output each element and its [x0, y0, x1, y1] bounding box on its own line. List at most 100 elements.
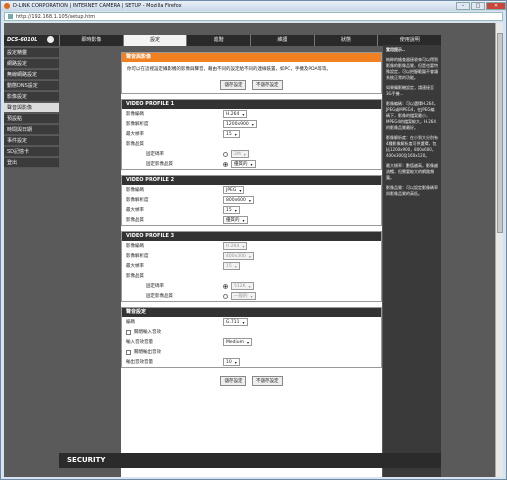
maximize-button[interactable]: □ — [471, 2, 485, 10]
page-icon — [8, 14, 13, 19]
p2-codec-label: 影像編碼 — [126, 188, 144, 193]
audio-in-mute-checkbox[interactable] — [126, 329, 131, 335]
p3-quality-label: 影像品質 — [126, 274, 144, 279]
p3-codec-label: 影像編碼 — [126, 244, 144, 249]
hints-title: 實用提示.. — [386, 47, 406, 52]
p2-quality-select[interactable]: 優質的 — [223, 216, 248, 224]
main-content: 聲音與影像 你可以在這裡設定攝影機的影像與聲音，藉由不同的設定給不同的連線裝置，… — [121, 52, 382, 477]
p3-res-label: 影像解析度 — [126, 254, 149, 259]
tab-maintenance[interactable]: 維護 — [250, 35, 314, 46]
minimize-button[interactable]: – — [456, 2, 470, 10]
profile1-title: VIDEO PROFILE 1 — [122, 100, 381, 109]
save-button[interactable]: 儲存設定 — [220, 80, 247, 90]
nosave-button[interactable]: 不儲存設定 — [252, 80, 283, 90]
audio-section: 聲音設定 編碼G.711 關閉輸入音效 輸入音效音量Medium 關閉輸出音效 … — [121, 307, 382, 368]
nav-image[interactable]: 影像設定 — [4, 92, 59, 102]
close-button[interactable]: ✕ — [486, 2, 506, 10]
audio-codec-label: 編碼 — [126, 320, 135, 325]
address-bar[interactable]: http://192.168.1.105/setup.htm — [4, 12, 503, 21]
p2-res-label: 影像解析度 — [126, 198, 149, 203]
tab-live-video[interactable]: 即時影像 — [59, 35, 123, 46]
audio-codec-select[interactable]: G.711 — [223, 318, 248, 326]
p3-fps-select[interactable]: 15 — [223, 262, 240, 270]
p2-res-select[interactable]: 800x600 — [223, 196, 254, 204]
page-viewport: DCS-6010L 即時影像 設定 進階 維護 狀態 使用說明 設定精靈 網路設… — [4, 23, 503, 477]
p1-fps-select[interactable]: 15 — [223, 130, 240, 138]
tab-status[interactable]: 狀態 — [313, 35, 378, 46]
window-title: D-LINK CORPORATION | INTERNET CAMERA | S… — [13, 3, 182, 9]
nav-event[interactable]: 事件設定 — [4, 136, 59, 146]
hint-1: 純粹的檢查器接收來可以得到影像的影像品質，但是也要特殊設定，可以把握範圍不會讓系… — [386, 57, 438, 80]
page-title: 聲音與影像 — [122, 53, 381, 62]
audio-in-vol-select[interactable]: Medium — [223, 338, 253, 346]
profile2-section: VIDEO PROFILE 2 影像編碼 JPEG 影像解析度 800x600 最大… — [121, 175, 382, 226]
browser-window: D-LINK CORPORATION | INTERNET CAMERA | S… — [0, 0, 507, 480]
p1-fixq-radio[interactable] — [223, 161, 228, 167]
tab-advanced[interactable]: 進階 — [186, 35, 251, 46]
p2-fps-select[interactable]: 15 — [223, 206, 240, 214]
scrollbar-thumb[interactable] — [497, 33, 503, 233]
hint-5: 最大幀率：數值越高，影像越流暢，但需要較大的網路頻寬。 — [386, 163, 438, 180]
audio-in-mute-label: 關閉輸入音效 — [134, 330, 161, 335]
hint-2: 如果攝影機設定，請連接至3G手機... — [386, 85, 434, 96]
p3-fixq-select[interactable]: 一般的 — [231, 292, 256, 300]
hint-4: 影像解析度：在小到大分別有4種影像解析度可供選擇，包括1200x900，800x… — [386, 135, 438, 158]
nav-network[interactable]: 網路設定 — [4, 59, 59, 69]
p3-cbr-label: 固定碼率 — [146, 284, 164, 289]
nav-audio-video[interactable]: 聲音與影像 — [4, 103, 59, 113]
nav-wireless[interactable]: 無線網路設定 — [4, 70, 59, 80]
p1-fixq-select[interactable]: 優質的 — [231, 160, 256, 168]
p1-cbr-select[interactable]: 2M — [231, 150, 249, 158]
p3-cbr-select[interactable]: 512K — [231, 282, 254, 290]
audio-in-vol-label: 輸入音效音量 — [126, 340, 153, 345]
p3-fixq-label: 固定影像品質 — [146, 294, 173, 299]
p2-codec-select[interactable]: JPEG — [223, 186, 245, 194]
camera-icon — [47, 36, 55, 43]
p1-cbr-radio[interactable] — [223, 151, 228, 157]
nav-ddns[interactable]: 動態DNS設定 — [4, 81, 59, 91]
save-button-bottom[interactable]: 儲存設定 — [220, 376, 247, 386]
p1-quality-label: 影像品質 — [126, 142, 144, 147]
url-text: http://192.168.1.105/setup.htm — [16, 13, 96, 20]
p1-res-select[interactable]: 1200x900 — [223, 120, 257, 128]
p1-fps-label: 最大幀率 — [126, 132, 144, 137]
nosave-button-bottom[interactable]: 不儲存設定 — [252, 376, 283, 386]
brand-model: DCS-6010L — [4, 35, 59, 46]
title-bar: D-LINK CORPORATION | INTERNET CAMERA | S… — [1, 1, 506, 11]
audio-out-mute-checkbox[interactable] — [126, 349, 131, 355]
profile2-title: VIDEO PROFILE 2 — [122, 176, 381, 185]
p3-fps-label: 最大幀率 — [126, 264, 144, 269]
audio-out-mute-label: 關閉輸出音效 — [134, 350, 161, 355]
p3-fixq-radio[interactable] — [223, 293, 228, 299]
p1-codec-select[interactable]: H.264 — [223, 110, 248, 118]
p2-fps-label: 最大幀率 — [126, 208, 144, 213]
p3-res-select[interactable]: 400x300 — [223, 252, 254, 260]
profile3-section: VIDEO PROFILE 3 影像編碼 H.264 影像解析度 400x300 最… — [121, 231, 382, 302]
footer-brand: SECURITY — [59, 453, 441, 468]
hint-3: 影像編碼：可以選擇H.264，JPEG或MPEG4，在JPEG編碼下，影像的檔案… — [386, 101, 438, 130]
p1-fixq-label: 固定影像品質 — [146, 162, 173, 167]
nav-sd-card[interactable]: SD記憶卡 — [4, 147, 59, 157]
profile1-section: VIDEO PROFILE 1 影像編碼H.264 影像解析度1200x900 … — [121, 99, 382, 170]
intro-section: 聲音與影像 你可以在這裡設定攝影機的影像與聲音，藉由不同的設定給不同的連線裝置，… — [121, 52, 382, 94]
nav-preset[interactable]: 預設點 — [4, 114, 59, 124]
left-nav: 設定精靈 網路設定 無線網路設定 動態DNS設定 影像設定 聲音與影像 預設點 … — [4, 48, 59, 169]
firefox-icon — [4, 3, 10, 9]
profile3-title: VIDEO PROFILE 3 — [122, 232, 381, 241]
nav-wizard[interactable]: 設定精靈 — [4, 48, 59, 58]
tab-setup[interactable]: 設定 — [122, 35, 187, 46]
p1-res-label: 影像解析度 — [126, 122, 149, 127]
p3-codec-select[interactable]: H.264 — [223, 242, 248, 250]
audio-out-vol-label: 輸出音效音量 — [126, 360, 153, 365]
intro-text: 你可以在這裡設定攝影機的影像與聲音，藉由不同的設定給不同的連線裝置，如PC，手機… — [122, 62, 381, 77]
hints-panel: 實用提示.. 純粹的檢查器接收來可以得到影像的影像品質，但是也要特殊設定，可以把… — [383, 45, 441, 477]
nav-time-date[interactable]: 時間與日期 — [4, 125, 59, 135]
page-scrollbar[interactable] — [495, 23, 503, 477]
p2-quality-label: 影像品質 — [126, 218, 144, 223]
p1-cbr-label: 固定碼率 — [146, 152, 164, 157]
audio-title: 聲音設定 — [122, 308, 381, 317]
p3-cbr-radio[interactable] — [223, 283, 228, 289]
audio-out-vol-select[interactable]: 10 — [223, 358, 240, 366]
nav-logout[interactable]: 登出 — [4, 158, 59, 168]
hint-6: 影像品質：可以設定影像碼率與影像品質的高低。 — [386, 185, 438, 196]
